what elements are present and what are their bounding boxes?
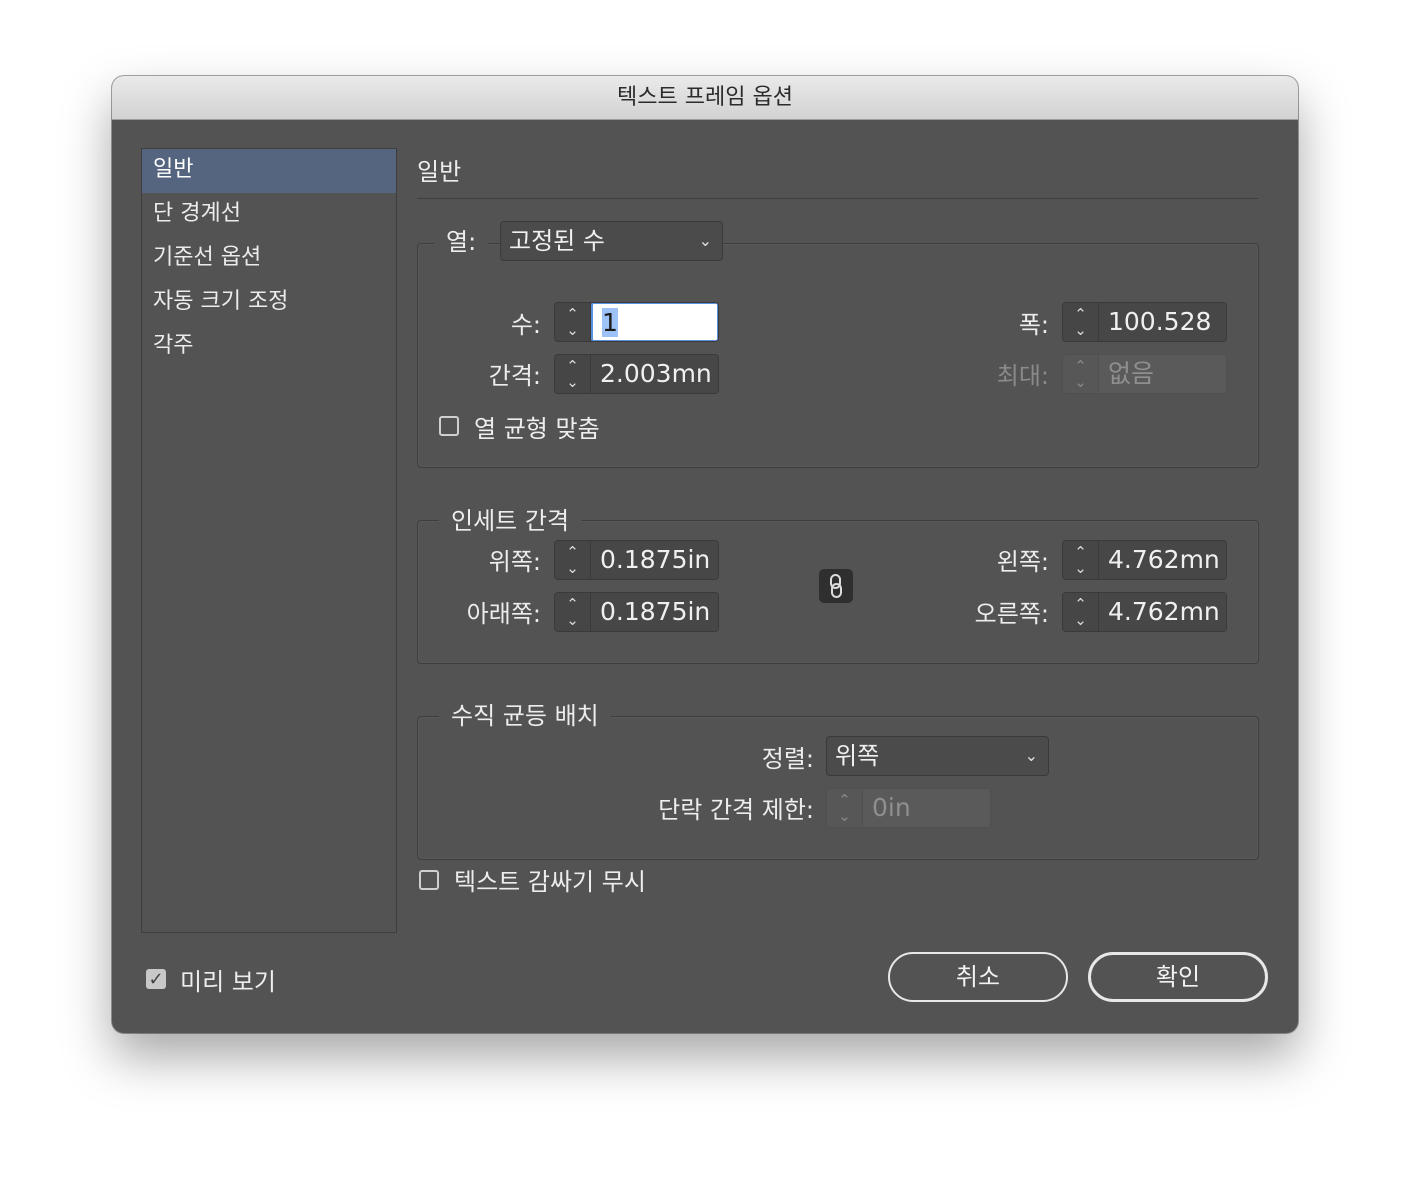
cancel-button[interactable]: 취소: [888, 952, 1068, 1002]
gutter-label: 간격:: [488, 362, 541, 390]
inset-right-stepper[interactable]: ⌃ ⌄ 4.762mn: [1062, 592, 1227, 632]
stepper-arrows-icon[interactable]: ⌃ ⌄: [555, 355, 591, 393]
inset-top-label: 위쪽:: [488, 548, 541, 576]
inset-bottom-stepper[interactable]: ⌃ ⌄ 0.1875in: [554, 592, 719, 632]
inset-left-value[interactable]: 4.762mn: [1099, 541, 1226, 579]
stepper-arrows-icon[interactable]: ⌃ ⌄: [555, 593, 591, 631]
sidebar-item-general[interactable]: 일반: [142, 149, 396, 193]
width-value[interactable]: 100.528: [1099, 303, 1226, 341]
stepper-arrows-icon: ⌃ ⌄: [1063, 355, 1099, 393]
balance-columns-checkbox[interactable]: [439, 416, 459, 436]
width-stepper[interactable]: ⌃ ⌄ 100.528: [1062, 302, 1227, 342]
align-label: 정렬:: [761, 745, 814, 773]
paragraph-spacing-limit-value: 0in: [863, 789, 990, 827]
window-title: 텍스트 프레임 옵션: [112, 76, 1298, 120]
inset-top-value[interactable]: 0.1875in: [591, 541, 718, 579]
stepper-arrows-icon[interactable]: ⌃ ⌄: [555, 541, 591, 579]
paragraph-spacing-limit-stepper: ⌃ ⌄ 0in: [826, 788, 991, 828]
column-count-label: 수:: [510, 311, 541, 339]
stepper-arrows-icon[interactable]: ⌃ ⌄: [1063, 541, 1099, 579]
inset-top-stepper[interactable]: ⌃ ⌄ 0.1875in: [554, 540, 719, 580]
paragraph-spacing-limit-label: 단락 간격 제한:: [658, 796, 814, 824]
inset-right-value[interactable]: 4.762mn: [1099, 593, 1226, 631]
columns-legend: 열:: [434, 223, 489, 263]
preview-checkbox[interactable]: ✓: [146, 969, 166, 989]
inset-left-stepper[interactable]: ⌃ ⌄ 4.762mn: [1062, 540, 1227, 580]
chevron-down-icon: ⌄: [698, 231, 712, 250]
inset-right-label: 오른쪽:: [974, 600, 1049, 628]
inset-legend: 인세트 간격: [439, 501, 582, 536]
ok-button[interactable]: 확인: [1088, 952, 1268, 1002]
chain-link-icon[interactable]: [819, 569, 853, 603]
text-frame-options-dialog: 텍스트 프레임 옵션 일반 단 경계선 기준선 옵션 자동 크기 조정 각주 일…: [112, 76, 1298, 1033]
columns-type-value: 고정된 수: [509, 227, 605, 255]
max-stepper: ⌃ ⌄ 없음: [1062, 354, 1227, 394]
stepper-arrows-icon[interactable]: ⌃ ⌄: [555, 303, 591, 341]
stepper-arrows-icon[interactable]: ⌃ ⌄: [1063, 303, 1099, 341]
column-count-value[interactable]: 1: [602, 308, 618, 337]
ignore-text-wrap-checkbox[interactable]: [419, 870, 439, 890]
column-count-stepper[interactable]: ⌃ ⌄ 1: [554, 302, 719, 342]
balance-columns-label: 열 균형 맞춤: [474, 415, 600, 443]
inset-bottom-label: 아래쪽:: [466, 600, 541, 628]
chevron-down-icon: ⌄: [1024, 746, 1038, 765]
max-value: 없음: [1099, 355, 1226, 393]
gutter-stepper[interactable]: ⌃ ⌄ 2.003mn: [554, 354, 719, 394]
width-label: 폭:: [1018, 311, 1049, 339]
chain-link-icon-shape: [830, 574, 842, 598]
preview-label: 미리 보기: [180, 968, 276, 996]
columns-label: 열:: [446, 228, 477, 256]
vertical-justification-legend: 수직 균등 배치: [439, 696, 611, 731]
title-divider: [417, 198, 1258, 199]
sidebar: 일반 단 경계선 기준선 옵션 자동 크기 조정 각주: [141, 148, 397, 933]
inset-bottom-value[interactable]: 0.1875in: [591, 593, 718, 631]
ignore-text-wrap-label: 텍스트 감싸기 무시: [454, 868, 646, 896]
stepper-arrows-icon: ⌃ ⌄: [827, 789, 863, 827]
columns-type-select[interactable]: 고정된 수 ⌄: [500, 221, 723, 261]
max-label: 최대:: [996, 362, 1049, 390]
sidebar-item-baseline-options[interactable]: 기준선 옵션: [142, 237, 396, 281]
stepper-arrows-icon[interactable]: ⌃ ⌄: [1063, 593, 1099, 631]
align-value: 위쪽: [835, 742, 880, 770]
sidebar-item-column-rules[interactable]: 단 경계선: [142, 193, 396, 237]
sidebar-item-auto-size[interactable]: 자동 크기 조정: [142, 281, 396, 325]
sidebar-item-footnotes[interactable]: 각주: [142, 325, 396, 369]
checkmark-icon: ✓: [148, 969, 164, 990]
inset-left-label: 왼쪽:: [996, 548, 1049, 576]
align-select[interactable]: 위쪽 ⌄: [826, 736, 1049, 776]
gutter-value[interactable]: 2.003mn: [591, 355, 718, 393]
page-title: 일반: [417, 158, 462, 186]
